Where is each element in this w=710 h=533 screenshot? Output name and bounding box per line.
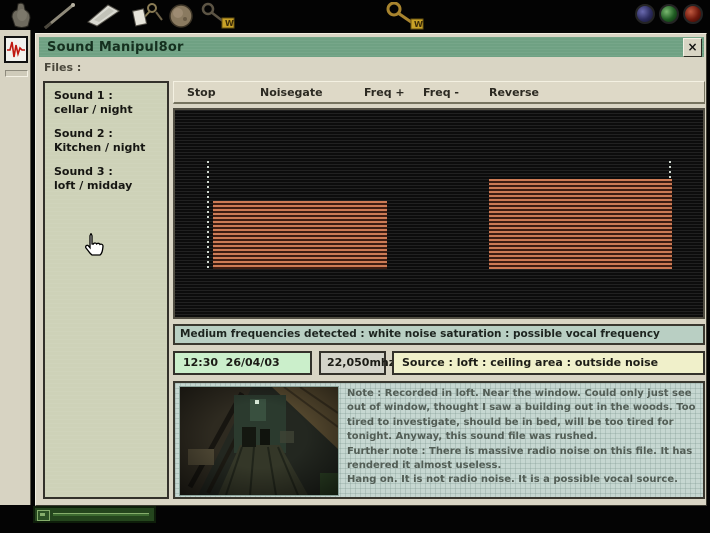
sound-item-2[interactable]: Sound 2 : Kitchen / night xyxy=(54,127,164,155)
tagged-key-icon[interactable] xyxy=(126,2,166,30)
control-bar: Stop Noisegate Freq + Freq - Reverse xyxy=(173,81,705,104)
waveform-display xyxy=(173,108,705,319)
sound-item-desc: Kitchen / night xyxy=(54,141,164,155)
orb-button-blue[interactable] xyxy=(635,4,655,24)
svg-text:W: W xyxy=(225,19,234,28)
stop-button[interactable]: Stop xyxy=(187,86,216,99)
game-screen: W W Sound Manipul8or × Files : So xyxy=(0,0,710,533)
window-title: Sound Manipul8or xyxy=(47,40,184,55)
waveform-segment-right xyxy=(489,179,672,269)
letter-icon[interactable] xyxy=(84,2,122,28)
slider-track xyxy=(53,513,149,516)
stone-icon[interactable] xyxy=(163,2,201,29)
note-text: Note : Recorded in loft. Near the window… xyxy=(347,387,699,488)
sound-manipul8or-window: Sound Manipul8or × Files : Sound 1 : cel… xyxy=(35,33,707,506)
sound-item-label: Sound 2 : xyxy=(54,127,164,141)
files-menu[interactable]: Files : xyxy=(44,61,81,74)
sound-item-1[interactable]: Sound 1 : cellar / night xyxy=(54,89,164,117)
waveform-marker-left xyxy=(207,161,209,270)
inventory-bar: W W xyxy=(0,0,710,30)
sound-item-label: Sound 3 : xyxy=(54,165,164,179)
sound-file-icon[interactable] xyxy=(4,36,28,63)
orb-button-green[interactable] xyxy=(659,4,679,24)
orb-button-red[interactable] xyxy=(683,4,703,24)
taskbar-strip xyxy=(0,30,31,505)
sample-rate-display: 22,050mhz xyxy=(319,351,386,375)
note-panel: Note : Recorded in loft. Near the window… xyxy=(173,381,705,499)
svg-text:W: W xyxy=(414,20,423,29)
sound-item-desc: loft / midday xyxy=(54,179,164,193)
note-paragraph: Note : Recorded in loft. Near the window… xyxy=(347,387,699,445)
note-paragraph: Hang on. It is not radio noise. It is a … xyxy=(347,473,699,487)
hand-cursor-icon xyxy=(81,231,105,259)
sound-list-panel: Sound 1 : cellar / night Sound 2 : Kitch… xyxy=(43,81,169,499)
gold-key-icon[interactable]: W xyxy=(380,2,432,30)
loft-photo xyxy=(179,386,339,496)
noisegate-button[interactable]: Noisegate xyxy=(260,86,323,99)
sound-item-desc: cellar / night xyxy=(54,103,164,117)
source-display: Source : loft : ceiling area : outside n… xyxy=(392,351,705,375)
taskbar-slot xyxy=(5,70,28,77)
waveform-segment-left xyxy=(213,201,387,269)
reverse-button[interactable]: Reverse xyxy=(489,86,539,99)
sound-item-label: Sound 1 : xyxy=(54,89,164,103)
close-button[interactable]: × xyxy=(683,38,702,57)
status-text: Medium frequencies detected : white nois… xyxy=(180,328,660,340)
playback-slider[interactable] xyxy=(33,506,156,523)
key-yellow-tag-icon[interactable]: W xyxy=(198,2,244,30)
timestamp-display: 12:30 26/04/03 xyxy=(173,351,312,375)
note-paragraph: Further note : There is massive radio no… xyxy=(347,445,699,474)
freq-minus-button[interactable]: Freq - xyxy=(423,86,459,99)
pen-icon[interactable] xyxy=(42,2,78,30)
window-titlebar: Sound Manipul8or × xyxy=(39,37,704,57)
freq-plus-button[interactable]: Freq + xyxy=(364,86,405,99)
frequency-status-bar: Medium frequencies detected : white nois… xyxy=(173,324,705,345)
slider-handle[interactable] xyxy=(37,510,50,521)
sound-item-3[interactable]: Sound 3 : loft / midday xyxy=(54,165,164,193)
flask-icon[interactable] xyxy=(5,2,37,29)
